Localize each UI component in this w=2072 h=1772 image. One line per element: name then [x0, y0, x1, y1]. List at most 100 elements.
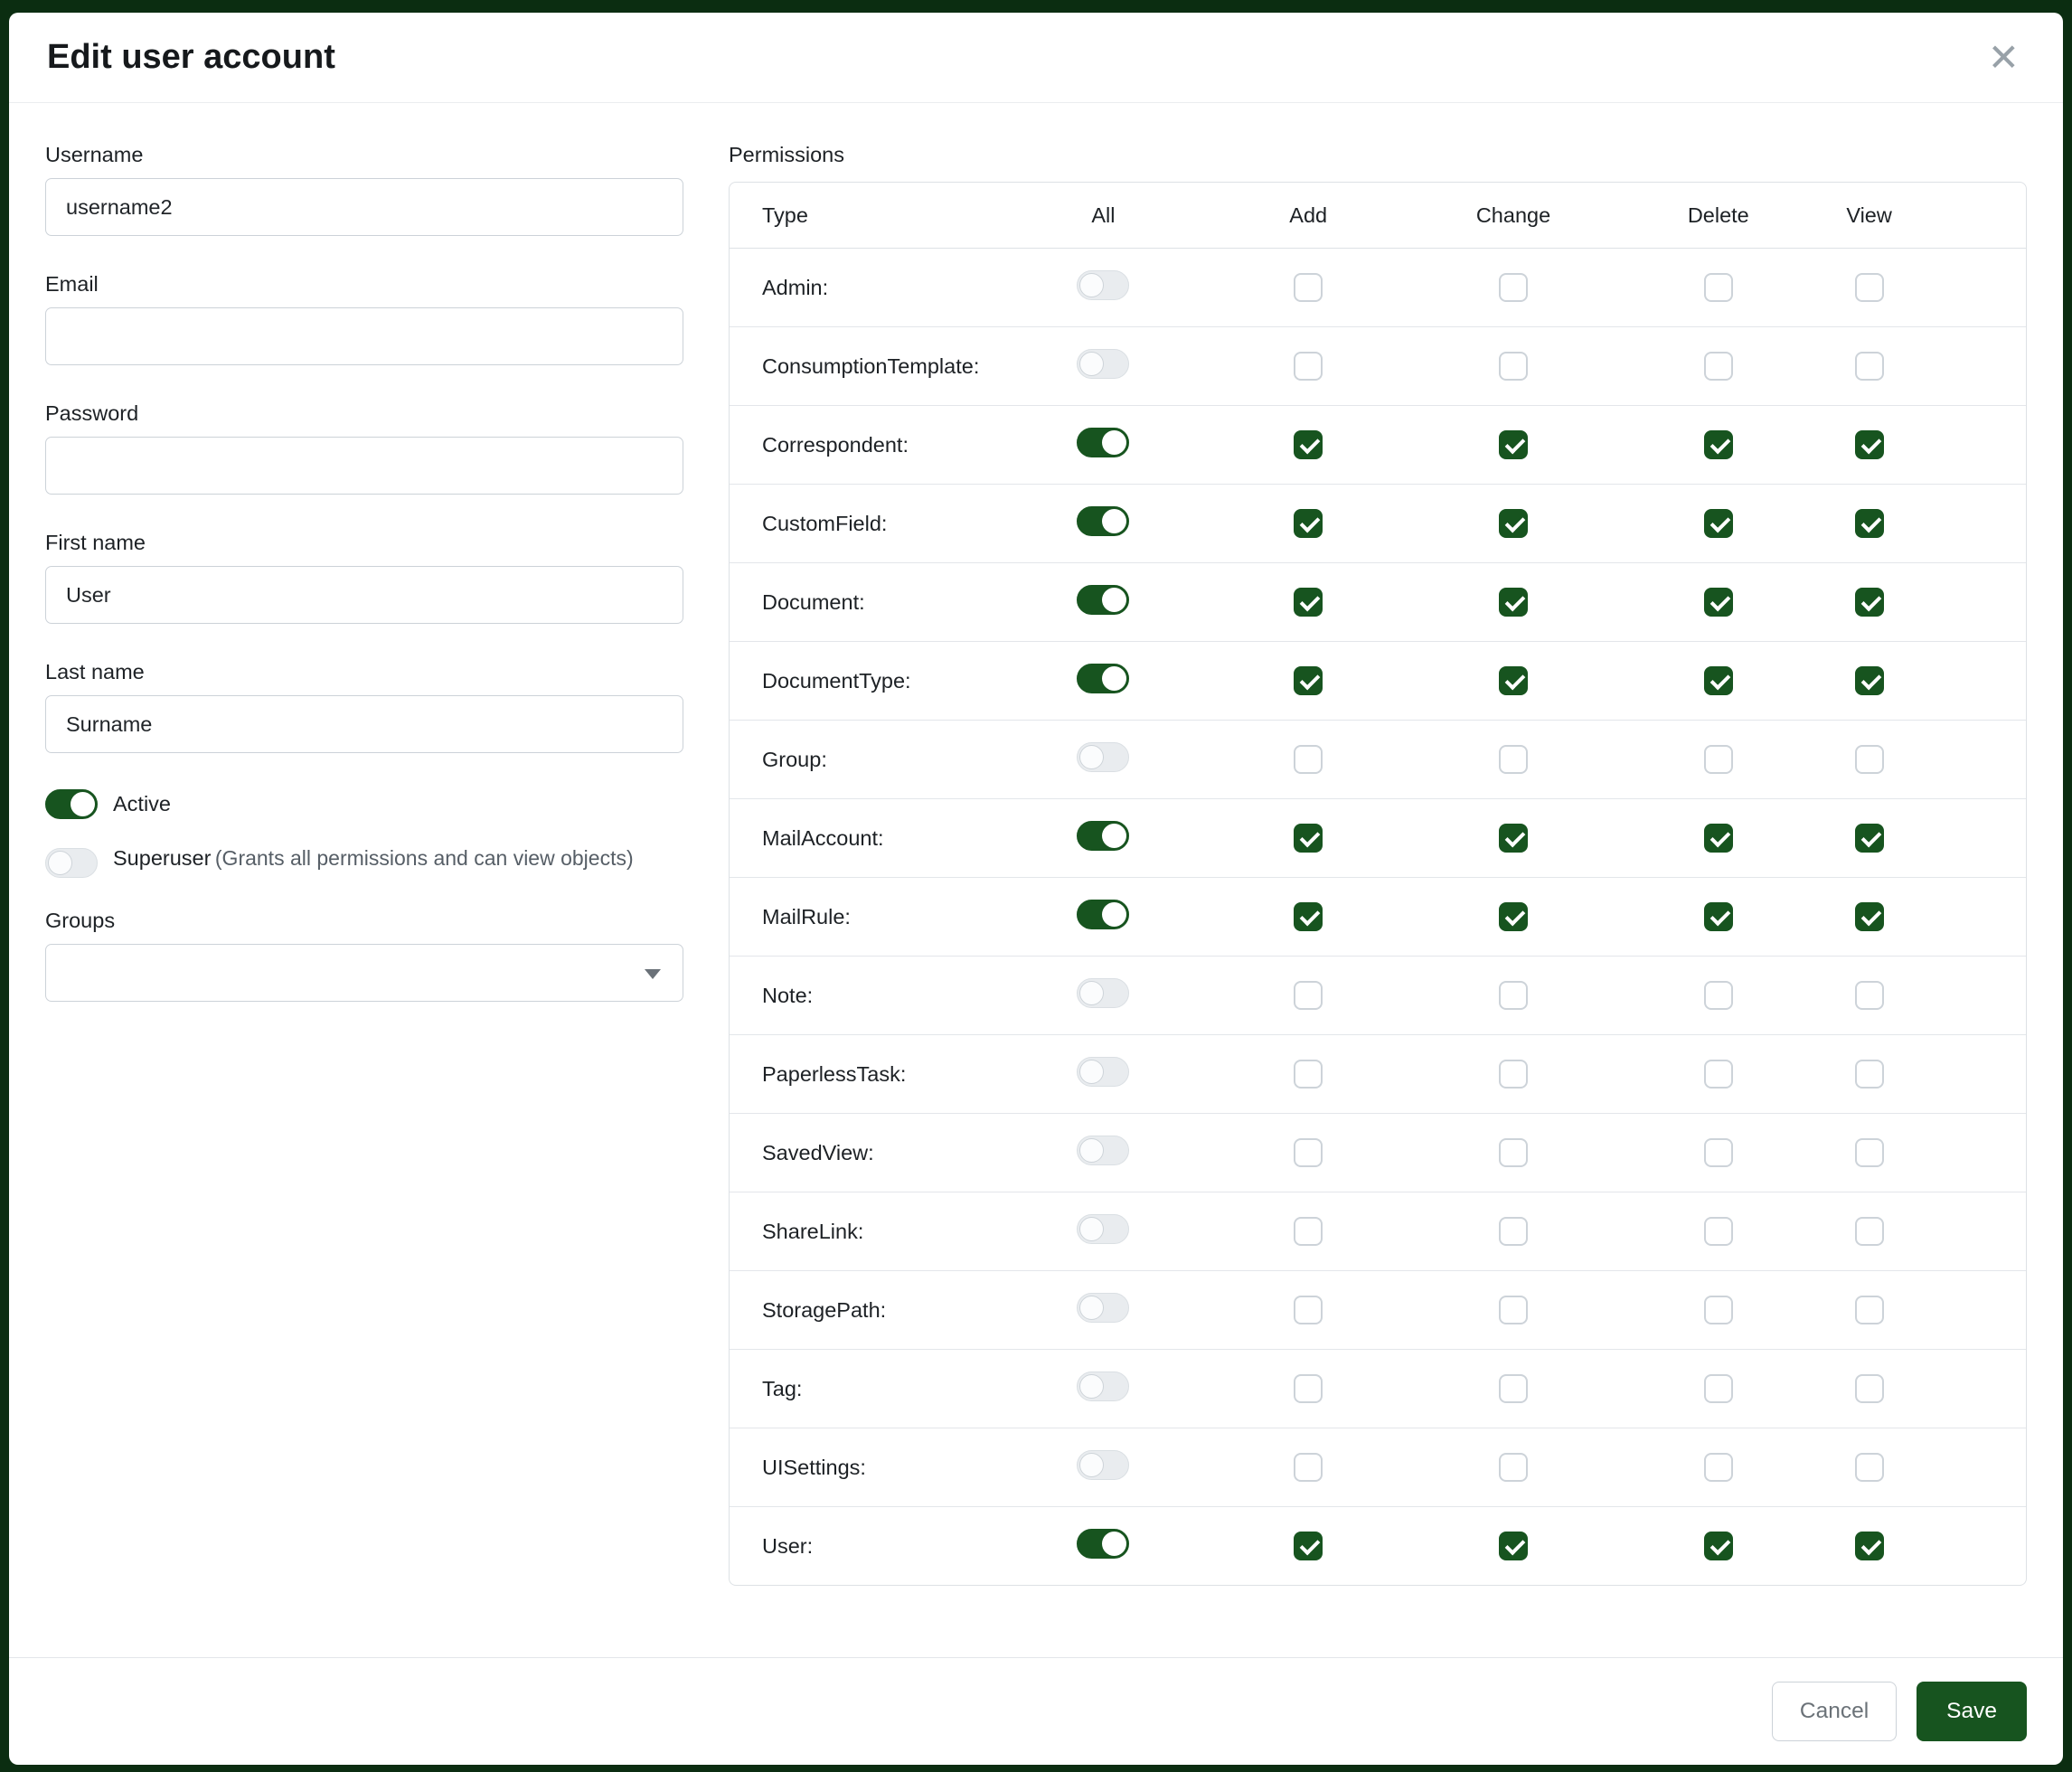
permission-add-checkbox[interactable] — [1294, 588, 1323, 617]
permission-view-checkbox[interactable] — [1855, 745, 1884, 774]
permission-change-checkbox[interactable] — [1499, 1374, 1528, 1403]
permission-add-checkbox[interactable] — [1294, 1138, 1323, 1167]
permission-change-checkbox[interactable] — [1499, 1532, 1528, 1560]
permission-delete-checkbox[interactable] — [1704, 1532, 1733, 1560]
permission-view-checkbox[interactable] — [1855, 509, 1884, 538]
permission-all-toggle[interactable] — [1077, 1371, 1129, 1401]
permission-all-toggle[interactable] — [1077, 1214, 1129, 1244]
permission-add-checkbox[interactable] — [1294, 1532, 1323, 1560]
email-input[interactable] — [45, 307, 683, 365]
permission-view-checkbox[interactable] — [1855, 352, 1884, 381]
column-header-view: View — [1821, 183, 2026, 249]
permission-add-checkbox[interactable] — [1294, 1453, 1323, 1482]
permission-add-checkbox[interactable] — [1294, 430, 1323, 459]
permission-delete-checkbox[interactable] — [1704, 1217, 1733, 1246]
permission-delete-checkbox[interactable] — [1704, 1453, 1733, 1482]
permission-all-toggle[interactable] — [1077, 506, 1129, 536]
permission-delete-checkbox[interactable] — [1704, 1060, 1733, 1089]
permission-change-checkbox[interactable] — [1499, 509, 1528, 538]
password-input[interactable] — [45, 437, 683, 495]
permission-delete-checkbox[interactable] — [1704, 1138, 1733, 1167]
first-name-input[interactable] — [45, 566, 683, 624]
permission-add-checkbox[interactable] — [1294, 745, 1323, 774]
toggle-knob — [1079, 1138, 1104, 1163]
permission-all-toggle[interactable] — [1077, 1450, 1129, 1480]
permission-change-checkbox[interactable] — [1499, 273, 1528, 302]
permission-delete-checkbox[interactable] — [1704, 824, 1733, 853]
permission-change-checkbox[interactable] — [1499, 1060, 1528, 1089]
permission-add-checkbox[interactable] — [1294, 273, 1323, 302]
permission-all-toggle[interactable] — [1077, 1057, 1129, 1087]
permission-view-checkbox[interactable] — [1855, 1217, 1884, 1246]
permission-add-checkbox[interactable] — [1294, 1296, 1323, 1324]
permission-view-checkbox[interactable] — [1855, 981, 1884, 1010]
permission-change-checkbox[interactable] — [1499, 588, 1528, 617]
permission-change-checkbox[interactable] — [1499, 352, 1528, 381]
permission-change-checkbox[interactable] — [1499, 1453, 1528, 1482]
permission-change-checkbox[interactable] — [1499, 666, 1528, 695]
permission-change-checkbox[interactable] — [1499, 1296, 1528, 1324]
permission-delete-checkbox[interactable] — [1704, 745, 1733, 774]
permission-view-checkbox[interactable] — [1855, 1296, 1884, 1324]
user-form: Username Email Password First name Last — [45, 143, 683, 1639]
permission-change-checkbox[interactable] — [1499, 902, 1528, 931]
username-label: Username — [45, 143, 683, 167]
active-toggle[interactable] — [45, 789, 98, 819]
permission-all-toggle[interactable] — [1077, 978, 1129, 1008]
permission-all-toggle[interactable] — [1077, 428, 1129, 457]
permission-all-toggle[interactable] — [1077, 900, 1129, 929]
permission-view-checkbox[interactable] — [1855, 1060, 1884, 1089]
permission-add-checkbox[interactable] — [1294, 666, 1323, 695]
permission-delete-checkbox[interactable] — [1704, 588, 1733, 617]
permission-view-checkbox[interactable] — [1855, 1532, 1884, 1560]
permission-all-toggle[interactable] — [1077, 585, 1129, 615]
permission-add-checkbox[interactable] — [1294, 509, 1323, 538]
permission-all-toggle[interactable] — [1077, 1293, 1129, 1323]
permission-view-checkbox[interactable] — [1855, 1138, 1884, 1167]
last-name-input[interactable] — [45, 695, 683, 753]
permission-change-checkbox[interactable] — [1499, 824, 1528, 853]
close-icon[interactable]: ✕ — [1983, 39, 2025, 77]
permission-delete-checkbox[interactable] — [1704, 352, 1733, 381]
permission-add-checkbox[interactable] — [1294, 1217, 1323, 1246]
permission-delete-checkbox[interactable] — [1704, 1374, 1733, 1403]
permission-add-checkbox[interactable] — [1294, 1374, 1323, 1403]
permission-view-checkbox[interactable] — [1855, 666, 1884, 695]
superuser-toggle[interactable] — [45, 848, 98, 878]
username-input[interactable] — [45, 178, 683, 236]
permission-delete-checkbox[interactable] — [1704, 273, 1733, 302]
permission-delete-checkbox[interactable] — [1704, 981, 1733, 1010]
permission-add-checkbox[interactable] — [1294, 981, 1323, 1010]
permission-view-checkbox[interactable] — [1855, 273, 1884, 302]
permission-delete-checkbox[interactable] — [1704, 1296, 1733, 1324]
permission-view-checkbox[interactable] — [1855, 430, 1884, 459]
permission-change-checkbox[interactable] — [1499, 1217, 1528, 1246]
permission-add-checkbox[interactable] — [1294, 902, 1323, 931]
permission-delete-checkbox[interactable] — [1704, 902, 1733, 931]
permission-view-checkbox[interactable] — [1855, 588, 1884, 617]
permission-all-toggle[interactable] — [1077, 1529, 1129, 1559]
permission-view-checkbox[interactable] — [1855, 824, 1884, 853]
permission-delete-checkbox[interactable] — [1704, 666, 1733, 695]
permission-view-checkbox[interactable] — [1855, 1374, 1884, 1403]
permission-all-toggle[interactable] — [1077, 1136, 1129, 1165]
permission-all-toggle[interactable] — [1077, 664, 1129, 693]
permission-all-toggle[interactable] — [1077, 821, 1129, 851]
permission-view-checkbox[interactable] — [1855, 1453, 1884, 1482]
permission-all-toggle[interactable] — [1077, 742, 1129, 772]
permission-add-checkbox[interactable] — [1294, 824, 1323, 853]
save-button[interactable]: Save — [1917, 1682, 2027, 1741]
permission-delete-checkbox[interactable] — [1704, 430, 1733, 459]
permission-delete-checkbox[interactable] — [1704, 509, 1733, 538]
groups-select[interactable] — [45, 944, 683, 1002]
permission-view-checkbox[interactable] — [1855, 902, 1884, 931]
permission-all-toggle[interactable] — [1077, 270, 1129, 300]
cancel-button[interactable]: Cancel — [1772, 1682, 1897, 1741]
permission-change-checkbox[interactable] — [1499, 981, 1528, 1010]
permission-add-checkbox[interactable] — [1294, 352, 1323, 381]
permission-add-checkbox[interactable] — [1294, 1060, 1323, 1089]
permission-all-toggle[interactable] — [1077, 349, 1129, 379]
permission-change-checkbox[interactable] — [1499, 745, 1528, 774]
permission-change-checkbox[interactable] — [1499, 430, 1528, 459]
permission-change-checkbox[interactable] — [1499, 1138, 1528, 1167]
